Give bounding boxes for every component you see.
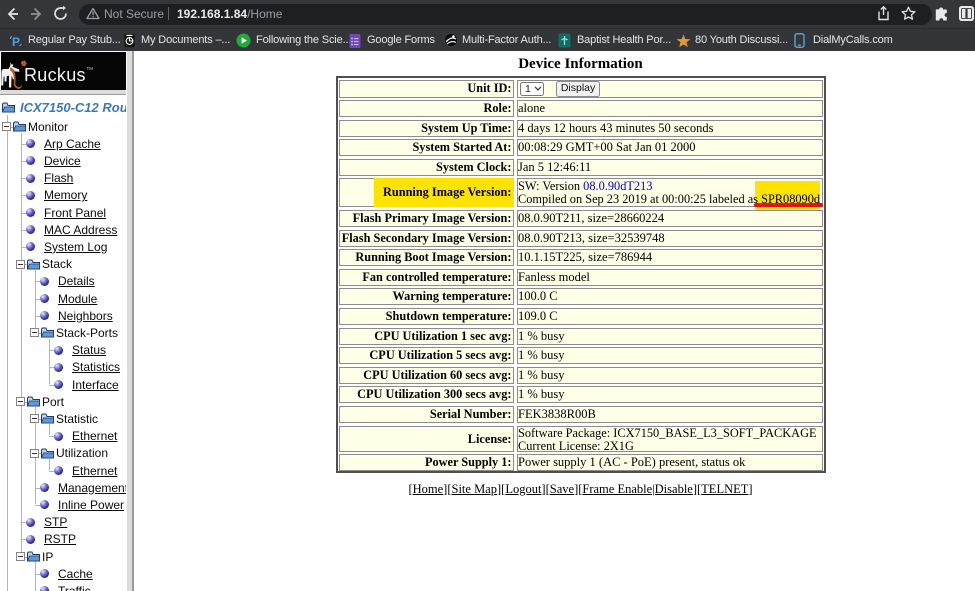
- svg-text:P: P: [12, 35, 20, 48]
